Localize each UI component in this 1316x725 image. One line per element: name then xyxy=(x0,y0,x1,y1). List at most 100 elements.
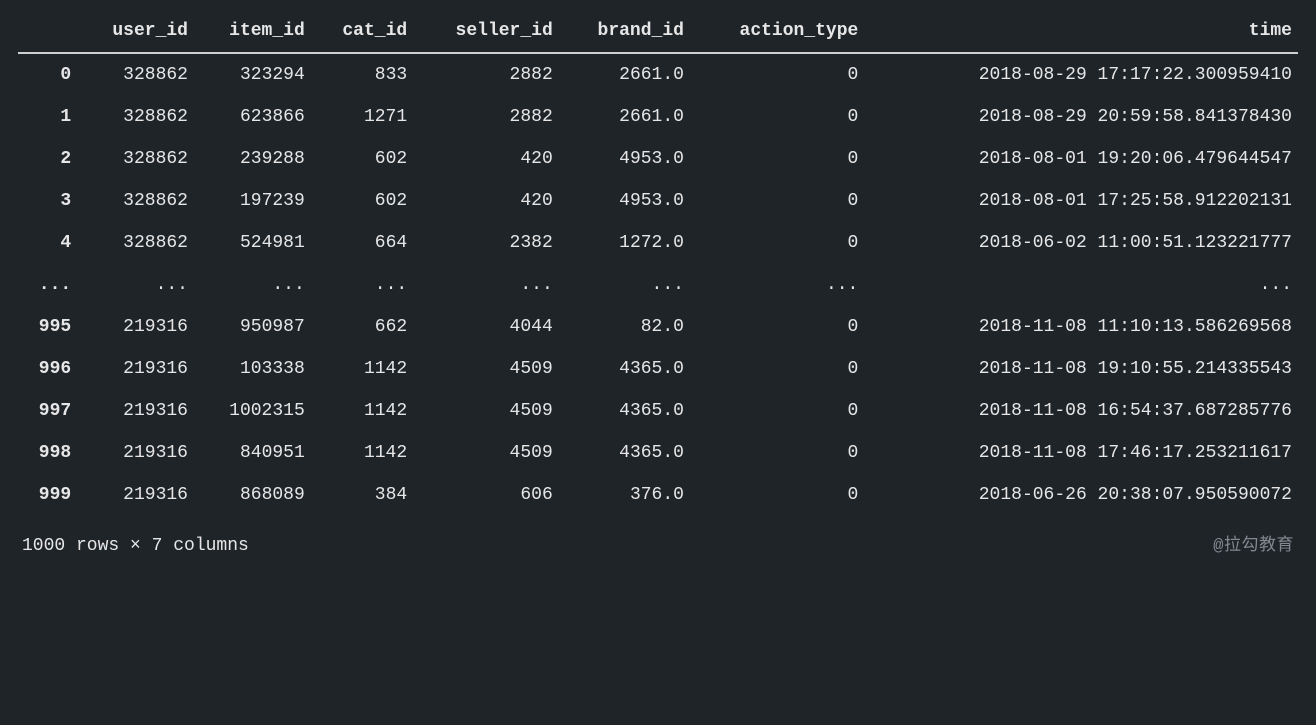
cell-item_id: 840951 xyxy=(194,432,311,474)
cell-index: 1 xyxy=(18,96,77,138)
cell-time: ... xyxy=(864,264,1298,306)
cell-brand_id: 4365.0 xyxy=(559,348,690,390)
cell-index: 0 xyxy=(18,53,77,96)
table-row: 999219316868089384606376.002018-06-26 20… xyxy=(18,474,1298,516)
col-user_id: user_id xyxy=(77,10,194,53)
cell-index: 995 xyxy=(18,306,77,348)
cell-seller_id: 2882 xyxy=(413,53,559,96)
table-header-row: user_id item_id cat_id seller_id brand_i… xyxy=(18,10,1298,53)
table-row: 33288621972396024204953.002018-08-01 17:… xyxy=(18,180,1298,222)
cell-brand_id: 1272.0 xyxy=(559,222,690,264)
cell-user_id: 328862 xyxy=(77,138,194,180)
cell-time: 2018-08-01 17:25:58.912202131 xyxy=(864,180,1298,222)
cell-seller_id: 4509 xyxy=(413,348,559,390)
cell-user_id: 219316 xyxy=(77,348,194,390)
col-seller_id: seller_id xyxy=(413,10,559,53)
cell-index: 3 xyxy=(18,180,77,222)
cell-time: 2018-06-26 20:38:07.950590072 xyxy=(864,474,1298,516)
cell-brand_id: 4365.0 xyxy=(559,432,690,474)
cell-user_id: 328862 xyxy=(77,180,194,222)
table-row: 9972193161002315114245094365.002018-11-0… xyxy=(18,390,1298,432)
cell-user_id: 328862 xyxy=(77,222,194,264)
cell-seller_id: 4509 xyxy=(413,390,559,432)
cell-action_type: 0 xyxy=(690,138,864,180)
cell-brand_id: 376.0 xyxy=(559,474,690,516)
cell-item_id: 623866 xyxy=(194,96,311,138)
cell-item_id: 1002315 xyxy=(194,390,311,432)
table-row: 432886252498166423821272.002018-06-02 11… xyxy=(18,222,1298,264)
cell-cat_id: 602 xyxy=(311,180,413,222)
cell-time: 2018-08-01 19:20:06.479644547 xyxy=(864,138,1298,180)
col-action_type: action_type xyxy=(690,10,864,53)
col-time: time xyxy=(864,10,1298,53)
watermark-label: @拉勾教育 xyxy=(1213,530,1294,556)
cell-cat_id: ... xyxy=(311,264,413,306)
cell-cat_id: 1142 xyxy=(311,432,413,474)
col-brand_id: brand_id xyxy=(559,10,690,53)
cell-user_id: 219316 xyxy=(77,306,194,348)
cell-item_id: ... xyxy=(194,264,311,306)
cell-time: 2018-11-08 19:10:55.214335543 xyxy=(864,348,1298,390)
table-row: ........................ xyxy=(18,264,1298,306)
cell-user_id: 219316 xyxy=(77,432,194,474)
cell-item_id: 103338 xyxy=(194,348,311,390)
table-row: 23288622392886024204953.002018-08-01 19:… xyxy=(18,138,1298,180)
cell-brand_id: 4365.0 xyxy=(559,390,690,432)
cell-time: 2018-11-08 11:10:13.586269568 xyxy=(864,306,1298,348)
cell-cat_id: 1142 xyxy=(311,390,413,432)
cell-cat_id: 384 xyxy=(311,474,413,516)
cell-action_type: 0 xyxy=(690,474,864,516)
cell-brand_id: 2661.0 xyxy=(559,53,690,96)
cell-index: 4 xyxy=(18,222,77,264)
cell-index: 999 xyxy=(18,474,77,516)
table-row: 996219316103338114245094365.002018-11-08… xyxy=(18,348,1298,390)
dataframe-table: user_id item_id cat_id seller_id brand_i… xyxy=(18,10,1298,516)
cell-item_id: 197239 xyxy=(194,180,311,222)
cell-brand_id: 82.0 xyxy=(559,306,690,348)
cell-cat_id: 833 xyxy=(311,53,413,96)
cell-brand_id: 2661.0 xyxy=(559,96,690,138)
cell-seller_id: 4044 xyxy=(413,306,559,348)
cell-seller_id: 4509 xyxy=(413,432,559,474)
cell-time: 2018-11-08 16:54:37.687285776 xyxy=(864,390,1298,432)
dataframe-shape-summary: 1000 rows × 7 columns xyxy=(22,536,249,556)
cell-time: 2018-06-02 11:00:51.123221777 xyxy=(864,222,1298,264)
cell-cat_id: 664 xyxy=(311,222,413,264)
cell-action_type: ... xyxy=(690,264,864,306)
cell-action_type: 0 xyxy=(690,180,864,222)
cell-user_id: 328862 xyxy=(77,96,194,138)
col-index xyxy=(18,10,77,53)
cell-cat_id: 1271 xyxy=(311,96,413,138)
cell-action_type: 0 xyxy=(690,348,864,390)
cell-item_id: 868089 xyxy=(194,474,311,516)
cell-seller_id: 2382 xyxy=(413,222,559,264)
table-row: 1328862623866127128822661.002018-08-29 2… xyxy=(18,96,1298,138)
cell-seller_id: 420 xyxy=(413,138,559,180)
cell-brand_id: 4953.0 xyxy=(559,180,690,222)
cell-item_id: 323294 xyxy=(194,53,311,96)
cell-cat_id: 1142 xyxy=(311,348,413,390)
cell-brand_id: 4953.0 xyxy=(559,138,690,180)
cell-time: 2018-08-29 20:59:58.841378430 xyxy=(864,96,1298,138)
cell-user_id: ... xyxy=(77,264,194,306)
table-row: 998219316840951114245094365.002018-11-08… xyxy=(18,432,1298,474)
cell-index: 2 xyxy=(18,138,77,180)
cell-cat_id: 602 xyxy=(311,138,413,180)
cell-index: ... xyxy=(18,264,77,306)
cell-user_id: 219316 xyxy=(77,474,194,516)
col-cat_id: cat_id xyxy=(311,10,413,53)
col-item_id: item_id xyxy=(194,10,311,53)
cell-item_id: 950987 xyxy=(194,306,311,348)
table-row: 995219316950987662404482.002018-11-08 11… xyxy=(18,306,1298,348)
cell-seller_id: 606 xyxy=(413,474,559,516)
cell-item_id: 239288 xyxy=(194,138,311,180)
cell-user_id: 219316 xyxy=(77,390,194,432)
cell-cat_id: 662 xyxy=(311,306,413,348)
cell-seller_id: 420 xyxy=(413,180,559,222)
cell-item_id: 524981 xyxy=(194,222,311,264)
cell-index: 997 xyxy=(18,390,77,432)
cell-index: 998 xyxy=(18,432,77,474)
cell-index: 996 xyxy=(18,348,77,390)
cell-user_id: 328862 xyxy=(77,53,194,96)
cell-seller_id: 2882 xyxy=(413,96,559,138)
